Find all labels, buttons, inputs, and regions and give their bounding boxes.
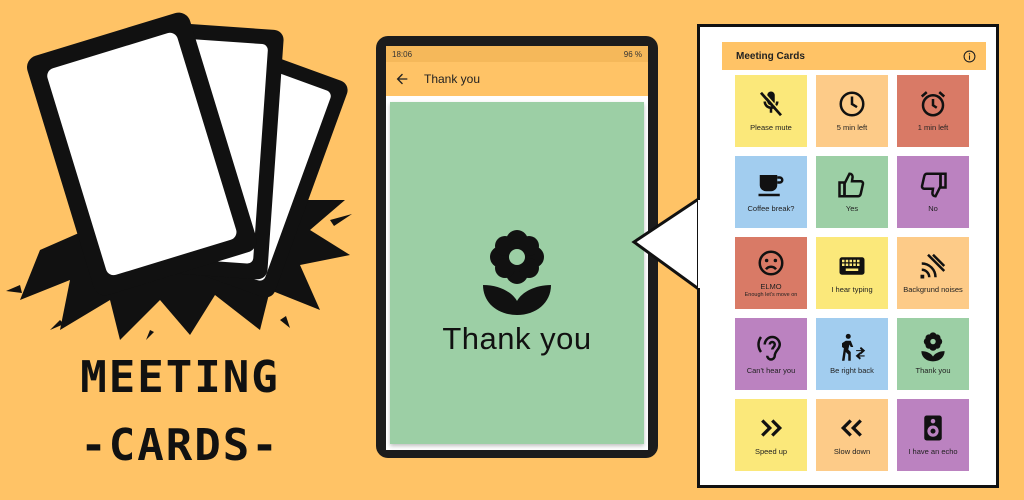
card-label: Backgrund noises — [903, 285, 963, 295]
logo-title-line2: -CARDS- — [80, 420, 280, 471]
flower-icon — [921, 332, 945, 362]
sad-face-icon — [758, 250, 784, 276]
selected-card[interactable]: Thank you — [390, 102, 644, 444]
card-5-min-left[interactable]: 5 min left — [816, 75, 888, 147]
card-label: ELMO — [760, 281, 782, 291]
keyboard-icon — [839, 257, 865, 276]
card-background-noises[interactable]: Backgrund noises — [897, 237, 969, 309]
card-yes[interactable]: Yes — [816, 156, 888, 228]
card-label: Be right back — [830, 366, 874, 376]
card-grid: Please mute 5 min left 1 min left Coffee… — [735, 75, 969, 471]
card-elmo[interactable]: ELMO Enough let's move on — [735, 237, 807, 309]
double-right-icon — [761, 419, 783, 438]
page-title: Thank you — [424, 72, 481, 86]
alarm-icon — [920, 91, 946, 117]
selected-card-label: Thank you — [442, 321, 592, 356]
card-i-have-an-echo[interactable]: I have an echo — [897, 399, 969, 471]
tablet-app: Meeting Cards Please mute 5 min left 1 m… — [722, 42, 986, 482]
card-no[interactable]: No — [897, 156, 969, 228]
mic-off-icon — [759, 91, 784, 117]
card-label: I have an echo — [908, 447, 958, 457]
card-cant-hear-you[interactable]: Can't hear you — [735, 318, 807, 390]
card-label: Coffee break? — [747, 204, 795, 214]
card-coffee-break[interactable]: Coffee break? — [735, 156, 807, 228]
flower-icon — [483, 230, 551, 315]
card-slow-down[interactable]: Slow down — [816, 399, 888, 471]
card-please-mute[interactable]: Please mute — [735, 75, 807, 147]
logo-title-line1: MEETING — [80, 352, 280, 403]
card-i-hear-typing[interactable]: I hear typing — [816, 237, 888, 309]
coffee-icon — [758, 175, 784, 197]
noise-icon — [920, 254, 946, 279]
bubble-tail-mask — [698, 200, 704, 288]
ear-icon — [757, 336, 782, 362]
double-left-icon — [840, 419, 862, 438]
card-label: I hear typing — [831, 285, 873, 295]
phone-mockup: 18:06 96 % Thank you Thank you — [376, 36, 658, 458]
app-bar: Thank you — [386, 62, 648, 96]
card-speed-up[interactable]: Speed up — [735, 399, 807, 471]
card-label: No — [928, 204, 938, 214]
card-thank-you[interactable]: Thank you — [897, 318, 969, 390]
card-label: Slow down — [833, 447, 871, 457]
card-sublabel: Enough let's move on — [744, 292, 798, 299]
card-label: Please mute — [750, 123, 792, 133]
logo-artwork: MEETING -CARDS- — [0, 0, 370, 500]
card-label: 5 min left — [836, 123, 868, 133]
card-label: Yes — [845, 204, 859, 214]
card-label: Speed up — [754, 447, 788, 457]
clock-icon — [839, 91, 865, 117]
card-label: 1 min left — [917, 123, 949, 133]
thumb-down-icon — [920, 172, 947, 198]
status-battery: 96 % — [623, 49, 642, 59]
card-1-min-left[interactable]: 1 min left — [897, 75, 969, 147]
phone-screen: 18:06 96 % Thank you Thank you — [386, 46, 648, 450]
walk-icon — [842, 334, 866, 362]
card-label: Can't hear you — [746, 366, 796, 376]
speech-bubble-tail — [631, 196, 701, 292]
card-label: Thank you — [915, 366, 951, 376]
tablet-title: Meeting Cards — [736, 50, 805, 62]
speaker-icon — [924, 415, 942, 441]
card-be-right-back[interactable]: Be right back — [816, 318, 888, 390]
thumb-up-icon — [838, 172, 865, 198]
back-arrow-icon[interactable] — [394, 71, 410, 87]
status-bar: 18:06 96 % — [386, 46, 648, 62]
info-icon[interactable] — [963, 50, 976, 63]
status-time: 18:06 — [392, 49, 413, 59]
tablet-header: Meeting Cards — [722, 42, 986, 70]
card-fan-illustration — [6, 12, 352, 340]
